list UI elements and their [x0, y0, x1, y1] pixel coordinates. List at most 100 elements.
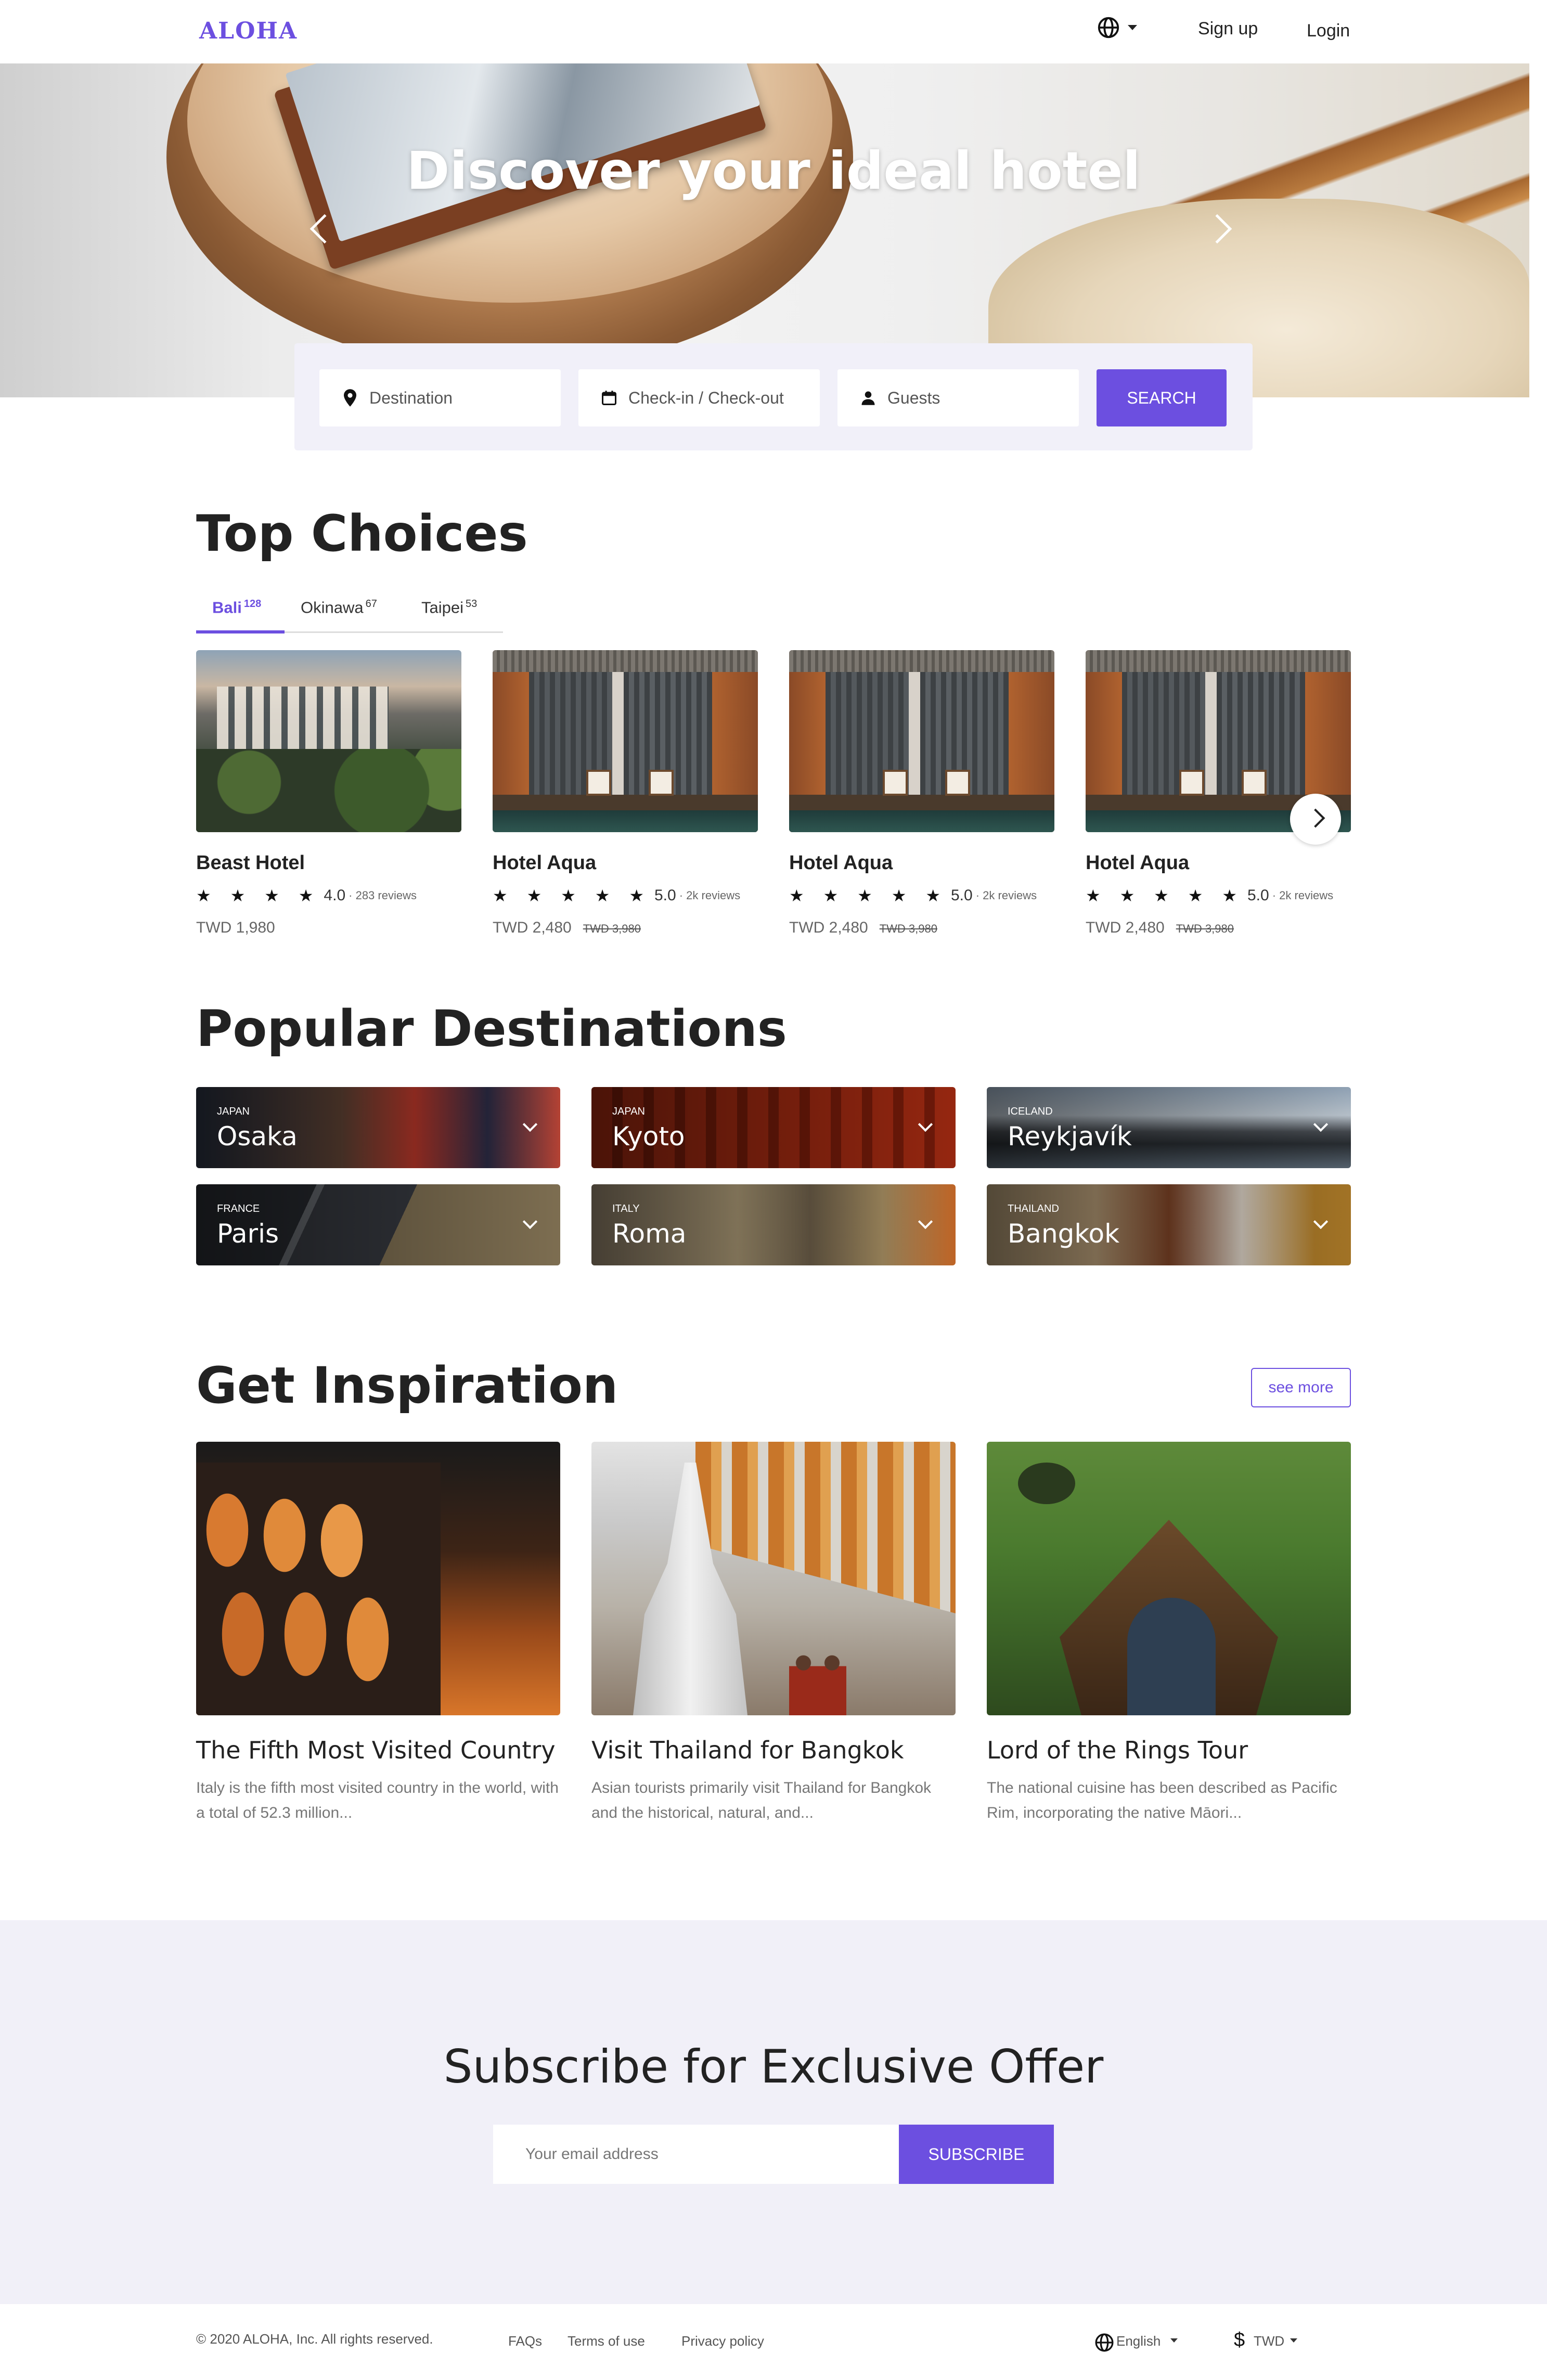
- email-input[interactable]: Your email address: [493, 2125, 899, 2184]
- star-rating-icon: ★ ★ ★ ★: [196, 886, 321, 905]
- price: TWD 2,480: [1086, 919, 1165, 936]
- tab-count: 67: [365, 598, 377, 610]
- tab-label: Okinawa: [301, 598, 364, 617]
- rating-value: 5.0: [951, 887, 973, 904]
- hotel-name: Hotel Aqua: [789, 852, 893, 874]
- globe-icon[interactable]: [1094, 2332, 1115, 2353]
- destination-card-roma[interactable]: ITALY Roma: [591, 1184, 956, 1265]
- review-count: · 2k reviews: [975, 889, 1037, 902]
- destination-card-kyoto[interactable]: JAPAN Kyoto: [591, 1087, 956, 1168]
- language-caret-icon[interactable]: [1128, 25, 1137, 30]
- subscribe-button[interactable]: SUBSCRIBE: [899, 2125, 1054, 2184]
- original-price: TWD 3,980: [583, 922, 641, 935]
- article-card[interactable]: Visit Thailand for Bangkok Asian tourist…: [591, 1442, 956, 1826]
- rating-row: ★ ★ ★ ★ ★ 5.0 · 2k reviews: [789, 886, 1054, 906]
- copyright: © 2020 ALOHA, Inc. All rights reserved.: [196, 2331, 433, 2347]
- search-button[interactable]: SEARCH: [1097, 369, 1227, 426]
- search-panel: Destination Check-in / Check-out Guests …: [294, 343, 1253, 450]
- carousel-next-button[interactable]: [1290, 794, 1341, 845]
- rating-row: ★ ★ ★ ★ 4.0 · 283 reviews: [196, 886, 461, 906]
- destination-field[interactable]: Destination: [319, 369, 561, 426]
- destination-city: Reykjavík: [1008, 1121, 1132, 1152]
- destination-city: Osaka: [217, 1121, 298, 1152]
- logo[interactable]: ALOHA: [199, 18, 298, 44]
- hotel-image: [196, 650, 461, 832]
- destination-card-reykjavik[interactable]: ICELAND Reykjavík: [987, 1087, 1351, 1168]
- destination-country: ICELAND: [1008, 1106, 1053, 1117]
- article-card[interactable]: Lord of the Rings Tour The national cuis…: [987, 1442, 1351, 1826]
- original-price: TWD 3,980: [879, 922, 937, 935]
- rating-row: ★ ★ ★ ★ ★ 5.0 · 2k reviews: [493, 886, 758, 906]
- rating-value: 5.0: [654, 887, 676, 904]
- article-description: Italy is the fifth most visited country …: [196, 1779, 559, 1821]
- chevron-right-icon: [1306, 808, 1325, 828]
- review-count: · 2k reviews: [679, 889, 741, 902]
- destination-card-bangkok[interactable]: THAILAND Bangkok: [987, 1184, 1351, 1265]
- price-row: TWD 2,480 TWD 3,980: [493, 919, 758, 937]
- location-pin-icon: [344, 389, 356, 407]
- hotel-name: Hotel Aqua: [1086, 852, 1190, 874]
- tab-count: 128: [243, 598, 262, 610]
- tab-taipei[interactable]: Taipei 53: [421, 598, 477, 617]
- article-title: Visit Thailand for Bangkok: [591, 1736, 904, 1764]
- caret-down-icon[interactable]: [1170, 2338, 1178, 2343]
- email-placeholder: Your email address: [525, 2145, 659, 2163]
- login-link[interactable]: Login: [1307, 21, 1350, 41]
- guests-field[interactable]: Guests: [837, 369, 1079, 426]
- rating-row: ★ ★ ★ ★ ★ 5.0 · 2k reviews: [1086, 886, 1351, 906]
- calendar-icon: [602, 391, 616, 405]
- destination-city: Bangkok: [1008, 1219, 1120, 1249]
- top-choices-title: Top Choices: [196, 505, 528, 563]
- caret-down-icon[interactable]: [1290, 2338, 1297, 2343]
- hero-title: Discover your ideal hotel: [406, 140, 1141, 201]
- globe-icon[interactable]: [1097, 16, 1120, 40]
- hotel-card[interactable]: Hotel Aqua ★ ★ ★ ★ ★ 5.0 · 2k reviews TW…: [493, 650, 758, 937]
- tab-okinawa[interactable]: Okinawa 67: [301, 598, 377, 617]
- original-price: TWD 3,980: [1176, 922, 1234, 935]
- footer-link-terms[interactable]: Terms of use: [568, 2333, 645, 2349]
- subscribe-title: Subscribe for Exclusive Offer: [443, 2040, 1104, 2093]
- price: TWD 1,980: [196, 919, 275, 936]
- destination-city: Roma: [612, 1219, 687, 1249]
- price: TWD 2,480: [493, 919, 572, 936]
- destination-city: Paris: [217, 1219, 279, 1249]
- dates-field[interactable]: Check-in / Check-out: [578, 369, 820, 426]
- destination-placeholder: Destination: [369, 388, 453, 407]
- rating-value: 5.0: [1247, 887, 1269, 904]
- article-card[interactable]: The Fifth Most Visited Country Italy is …: [196, 1442, 560, 1826]
- active-tab-indicator: [196, 630, 285, 633]
- tab-bali[interactable]: Bali 128: [212, 598, 261, 617]
- destination-country: JAPAN: [612, 1106, 645, 1117]
- dollar-icon: $: [1234, 2329, 1245, 2351]
- footer-link-faqs[interactable]: FAQs: [508, 2333, 542, 2349]
- star-rating-icon: ★ ★ ★ ★ ★: [789, 886, 948, 905]
- currency-selector[interactable]: TWD: [1254, 2333, 1284, 2349]
- article-image: [196, 1442, 560, 1715]
- destination-card-paris[interactable]: FRANCE Paris: [196, 1184, 560, 1265]
- hotel-image: [493, 650, 758, 832]
- guests-placeholder: Guests: [887, 388, 940, 407]
- destination-country: FRANCE: [217, 1203, 260, 1214]
- price-row: TWD 1,980: [196, 919, 461, 937]
- review-count: · 2k reviews: [1272, 889, 1334, 902]
- signup-link[interactable]: Sign up: [1198, 19, 1258, 39]
- see-more-button[interactable]: see more: [1251, 1368, 1351, 1407]
- hotel-name: Beast Hotel: [196, 852, 305, 874]
- hotel-card[interactable]: Hotel Aqua ★ ★ ★ ★ ★ 5.0 · 2k reviews TW…: [789, 650, 1054, 937]
- footer-link-privacy[interactable]: Privacy policy: [681, 2333, 764, 2349]
- article-description: Asian tourists primarily visit Thailand …: [591, 1779, 932, 1821]
- hotel-card[interactable]: Beast Hotel ★ ★ ★ ★ 4.0 · 283 reviews TW…: [196, 650, 461, 937]
- subscribe-section: [0, 1920, 1547, 2304]
- tab-count: 53: [466, 598, 478, 610]
- hotel-card[interactable]: Hotel Aqua ★ ★ ★ ★ ★ 5.0 · 2k reviews TW…: [1086, 650, 1351, 937]
- article-description: The national cuisine has been described …: [987, 1779, 1337, 1821]
- price-row: TWD 2,480 TWD 3,980: [1086, 919, 1351, 937]
- destination-city: Kyoto: [612, 1121, 685, 1152]
- rating-value: 4.0: [324, 887, 346, 904]
- language-selector[interactable]: English: [1116, 2333, 1161, 2349]
- hotel-image: [789, 650, 1054, 832]
- destination-card-osaka[interactable]: JAPAN Osaka: [196, 1087, 560, 1168]
- inspiration-title: Get Inspiration: [196, 1356, 618, 1415]
- review-count: · 283 reviews: [349, 889, 417, 902]
- price: TWD 2,480: [789, 919, 868, 936]
